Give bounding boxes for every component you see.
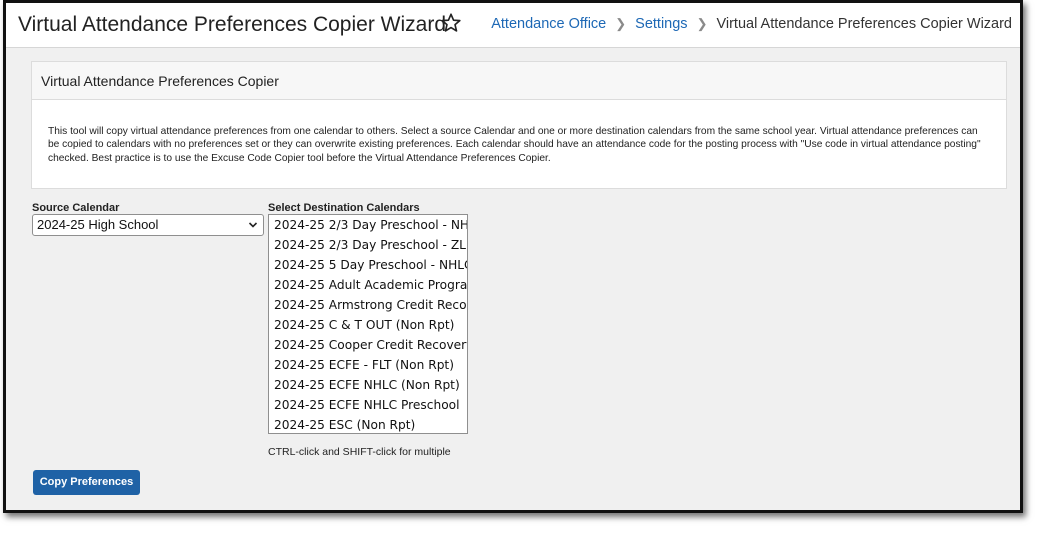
breadcrumb-attendance-office[interactable]: Attendance Office (491, 16, 606, 32)
app-window: Virtual Attendance Preferences Copier Wi… (3, 0, 1023, 513)
list-item[interactable]: 2024-25 2/3 Day Preschool - NHLC (269, 215, 467, 235)
list-item[interactable]: 2024-25 C & T OUT (Non Rpt) (269, 315, 467, 335)
list-item[interactable]: 2024-25 2/3 Day Preschool - ZL (269, 235, 467, 255)
list-item[interactable]: 2024-25 Adult Academic Program (269, 275, 467, 295)
panel-title: Virtual Attendance Preferences Copier (32, 62, 1006, 100)
info-panel: Virtual Attendance Preferences Copier Th… (31, 61, 1007, 189)
chevron-down-icon (248, 222, 258, 228)
copy-preferences-button[interactable]: Copy Preferences (33, 470, 140, 495)
panel-description: This tool will copy virtual attendance p… (48, 126, 981, 164)
source-calendar-select[interactable]: 2024-25 High School (32, 214, 264, 236)
list-item[interactable]: 2024-25 ESC (Non Rpt) (269, 415, 467, 433)
list-item[interactable]: 2024-25 ECFE NHLC Preschool (269, 395, 467, 415)
list-item[interactable]: 2024-25 Armstrong Credit Recovery (269, 295, 467, 315)
source-calendar-label: Source Calendar (32, 202, 120, 214)
breadcrumb-settings[interactable]: Settings (635, 16, 687, 32)
list-item[interactable]: 2024-25 5 Day Preschool - NHLC (269, 255, 467, 275)
page-title: Virtual Attendance Preferences Copier Wi… (18, 13, 446, 36)
source-calendar-value: 2024-25 High School (37, 217, 159, 232)
chevron-right-icon: ❯ (615, 16, 627, 31)
destination-calendars-label: Select Destination Calendars (268, 202, 420, 214)
destination-calendars-listbox[interactable]: 2024-25 2/3 Day Preschool - NHLC 2024-25… (268, 214, 468, 434)
chevron-right-icon: ❯ (696, 16, 708, 31)
star-outline-icon[interactable] (440, 12, 462, 34)
breadcrumb-current: Virtual Attendance Preferences Copier Wi… (716, 16, 1012, 32)
multi-select-hint: CTRL-click and SHIFT-click for multiple (268, 446, 451, 458)
breadcrumb: Attendance Office ❯ Settings ❯ Virtual Atten… (491, 16, 1012, 32)
list-item[interactable]: 2024-25 Cooper Credit Recovery (269, 335, 467, 355)
list-item[interactable]: 2024-25 ECFE - FLT (Non Rpt) (269, 355, 467, 375)
list-item[interactable]: 2024-25 ECFE NHLC (Non Rpt) (269, 375, 467, 395)
top-bar: Virtual Attendance Preferences Copier Wi… (6, 3, 1020, 48)
